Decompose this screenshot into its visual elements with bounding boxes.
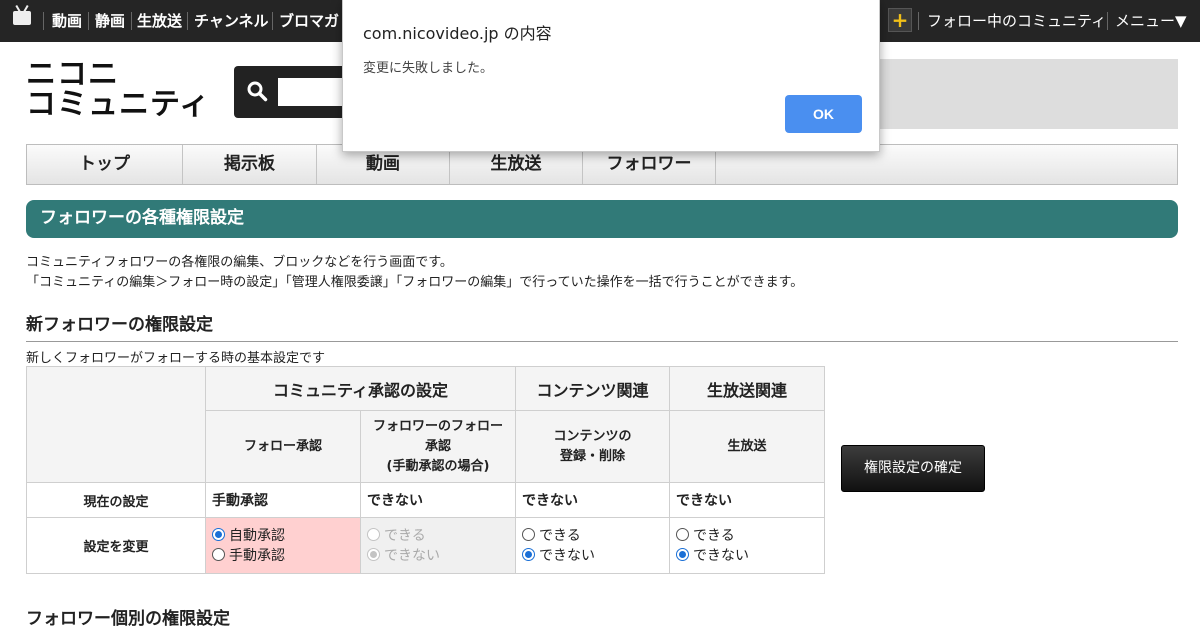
col-header-follower-follow-approval-label: フォロワーのフォロー承認 bbox=[373, 418, 504, 454]
group-header-live: 生放送関連 bbox=[669, 366, 825, 411]
col-header-contents-register: コンテンツの 登録・削除 bbox=[515, 410, 670, 483]
option-follower-cannot: できない bbox=[367, 546, 515, 566]
row-label-current: 現在の設定 bbox=[26, 482, 206, 518]
col-header-register-delete-label: 登録・削除 bbox=[559, 448, 625, 464]
group-header-approval: コミュニティ承認の設定 bbox=[205, 366, 516, 411]
current-follow-approval: 手動承認 bbox=[205, 482, 361, 518]
radio-auto-approval[interactable] bbox=[212, 527, 225, 541]
option-contents-can-label: できる bbox=[539, 527, 581, 544]
description-line-1: コミュニティフォロワーの各権限の編集、ブロックなどを行う画面です。 bbox=[26, 255, 453, 270]
col-header-follower-follow-approval: フォロワーのフォロー承認 (手動承認の場合) bbox=[360, 410, 516, 483]
tab-top[interactable]: トップ bbox=[27, 145, 183, 184]
follower-follow-approval-options: できる できない bbox=[360, 517, 516, 574]
current-contents-register: できない bbox=[515, 482, 670, 518]
current-follower-follow-approval: できない bbox=[360, 482, 516, 518]
option-auto-approval[interactable]: 自動承認 bbox=[212, 526, 360, 546]
new-follower-heading: 新フォロワーの権限設定 bbox=[26, 310, 1178, 342]
radio-live-cannot[interactable] bbox=[676, 547, 689, 561]
search-icon[interactable] bbox=[246, 80, 268, 102]
following-community-link[interactable]: フォロー中のコミュニティ bbox=[927, 0, 1106, 42]
niconi-community-logo[interactable]: ニコニ コミュニティ bbox=[26, 57, 211, 122]
radio-contents-can[interactable] bbox=[522, 527, 535, 541]
col-header-manual-note: (手動承認の場合) bbox=[386, 458, 490, 474]
radio-follower-can bbox=[367, 527, 380, 541]
nav-separator bbox=[131, 12, 132, 30]
new-follower-subtitle: 新しくフォロワーがフォローする時の基本設定です bbox=[26, 351, 326, 366]
nav-separator bbox=[1107, 12, 1108, 30]
alert-dialog: com.nicovideo.jp の内容 変更に失敗しました。 OK bbox=[342, 0, 880, 152]
topnav-seiga[interactable]: 静画 bbox=[95, 0, 125, 42]
nav-separator bbox=[918, 12, 919, 30]
follow-approval-options: 自動承認 手動承認 bbox=[205, 517, 361, 574]
option-contents-can[interactable]: できる bbox=[522, 526, 669, 546]
dialog-ok-button[interactable]: OK bbox=[785, 95, 862, 133]
logo-line-2: コミュニティ bbox=[26, 87, 211, 122]
page-title: フォロワーの各種権限設定 bbox=[26, 200, 1178, 238]
description-line-2: 「コミュニティの編集＞フォロー時の設定」「管理人権限委譲」「フォロワーの編集」で… bbox=[26, 275, 804, 290]
option-manual-approval-label: 手動承認 bbox=[229, 547, 285, 564]
col-header-live: 生放送 bbox=[669, 410, 825, 483]
nav-separator bbox=[272, 12, 273, 30]
nav-separator bbox=[187, 12, 188, 30]
option-live-can-label: できる bbox=[693, 527, 735, 544]
radio-contents-cannot[interactable] bbox=[522, 547, 535, 561]
premium-plus-icon[interactable]: + bbox=[888, 8, 912, 32]
ad-banner-area bbox=[876, 59, 1178, 129]
radio-follower-cannot bbox=[367, 547, 380, 561]
option-contents-cannot[interactable]: できない bbox=[522, 546, 669, 566]
tab-board[interactable]: 掲示板 bbox=[183, 145, 317, 184]
option-live-cannot[interactable]: できない bbox=[676, 546, 824, 566]
group-header-contents: コンテンツ関連 bbox=[515, 366, 670, 411]
niconico-tv-icon[interactable] bbox=[13, 11, 31, 25]
menu-button[interactable]: メニュー▼ bbox=[1115, 0, 1187, 42]
option-follower-cannot-label: できない bbox=[384, 547, 440, 564]
option-auto-approval-label: 自動承認 bbox=[229, 527, 285, 544]
contents-register-options: できる できない bbox=[515, 517, 670, 574]
option-follower-can: できる bbox=[367, 526, 515, 546]
logo-line-1: ニコニ bbox=[26, 57, 119, 92]
option-live-cannot-label: できない bbox=[693, 547, 749, 564]
col-header-contents-label: コンテンツの bbox=[553, 428, 632, 444]
dialog-message: 変更に失敗しました。 bbox=[363, 61, 494, 76]
radio-manual-approval[interactable] bbox=[212, 547, 225, 561]
option-contents-cannot-label: できない bbox=[539, 547, 595, 564]
col-header-follow-approval-label: フォロー承認 bbox=[243, 438, 322, 454]
topnav-live[interactable]: 生放送 bbox=[137, 0, 182, 42]
topnav-channel[interactable]: チャンネル bbox=[194, 0, 269, 42]
nav-separator bbox=[88, 12, 89, 30]
radio-live-can[interactable] bbox=[676, 527, 689, 541]
row-label-change: 設定を変更 bbox=[26, 517, 206, 574]
current-live: できない bbox=[669, 482, 825, 518]
live-options: できる できない bbox=[669, 517, 825, 574]
table-corner bbox=[26, 366, 206, 483]
topnav-blomaga[interactable]: ブロマガ bbox=[279, 0, 339, 42]
dialog-title: com.nicovideo.jp の内容 bbox=[363, 24, 552, 43]
confirm-permissions-button[interactable]: 権限設定の確定 bbox=[841, 445, 985, 492]
topnav-video[interactable]: 動画 bbox=[52, 0, 82, 42]
individual-follower-heading: フォロワー個別の権限設定 bbox=[26, 604, 1178, 634]
nav-separator bbox=[43, 12, 44, 30]
col-header-follow-approval: フォロー承認 bbox=[205, 410, 361, 483]
option-live-can[interactable]: できる bbox=[676, 526, 824, 546]
permission-settings-table: コミュニティ承認の設定 コンテンツ関連 生放送関連 フォロー承認 フォロワーのフ… bbox=[26, 366, 825, 574]
option-manual-approval[interactable]: 手動承認 bbox=[212, 546, 360, 566]
option-follower-can-label: できる bbox=[384, 527, 426, 544]
